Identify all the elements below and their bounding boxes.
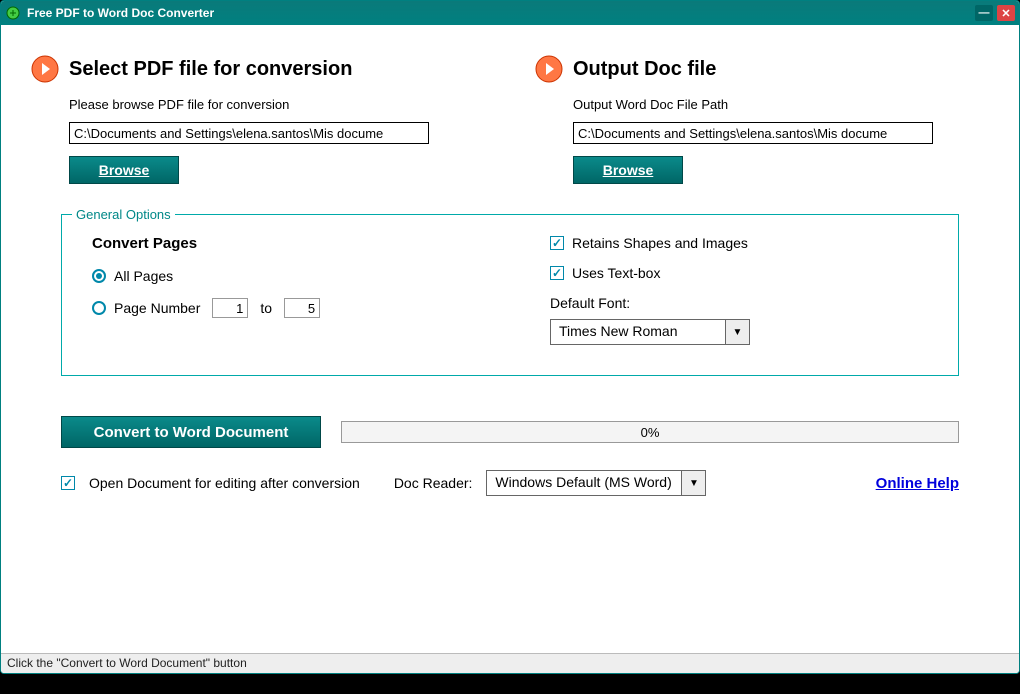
general-options-legend: General Options — [72, 207, 175, 222]
options-column: ✓ Retains Shapes and Images ✓ Uses Text-… — [550, 235, 928, 345]
content-area: Select PDF file for conversion Please br… — [1, 25, 1019, 673]
default-font-dropdown[interactable]: Times New Roman ▼ — [550, 319, 750, 345]
output-section: Output Doc file Output Word Doc File Pat… — [535, 55, 989, 184]
page-from-input[interactable] — [212, 298, 248, 318]
titlebar-buttons: — ✕ — [975, 5, 1015, 21]
all-pages-radio[interactable] — [92, 269, 106, 283]
output-path-field[interactable] — [573, 122, 933, 144]
output-section-subtitle: Output Word Doc File Path — [573, 97, 989, 112]
app-window: Free PDF to Word Doc Converter — ✕ Selec… — [0, 0, 1020, 674]
uses-textbox-row[interactable]: ✓ Uses Text-box — [550, 265, 928, 281]
uses-textbox-checkbox[interactable]: ✓ — [550, 266, 564, 280]
close-button[interactable]: ✕ — [997, 5, 1015, 21]
arrow-right-icon — [31, 55, 59, 83]
bottom-row: ✓ Open Document for editing after conver… — [61, 470, 959, 496]
output-browse-button[interactable]: Browse — [573, 156, 683, 184]
retain-shapes-label: Retains Shapes and Images — [572, 235, 748, 251]
page-number-radio-row[interactable]: Page Number to — [92, 298, 470, 318]
status-text: Click the "Convert to Word Document" but… — [7, 656, 247, 670]
app-icon — [5, 5, 21, 21]
default-font-label: Default Font: — [550, 295, 928, 311]
minimize-button[interactable]: — — [975, 5, 993, 21]
top-row: Select PDF file for conversion Please br… — [31, 55, 989, 184]
input-path-field[interactable] — [69, 122, 429, 144]
all-pages-radio-row[interactable]: All Pages — [92, 268, 470, 284]
page-number-radio[interactable] — [92, 301, 106, 315]
all-pages-label: All Pages — [114, 268, 173, 284]
titlebar: Free PDF to Word Doc Converter — ✕ — [1, 1, 1019, 25]
output-section-header: Output Doc file — [535, 55, 989, 83]
output-section-title: Output Doc file — [573, 58, 716, 81]
input-section-subtitle: Please browse PDF file for conversion — [69, 97, 485, 112]
page-number-label: Page Number — [114, 300, 200, 316]
window-title: Free PDF to Word Doc Converter — [27, 6, 975, 20]
doc-reader-label: Doc Reader: — [394, 475, 473, 491]
progress-bar: 0% — [341, 421, 959, 443]
default-font-value: Times New Roman — [551, 320, 725, 344]
chevron-down-icon[interactable]: ▼ — [681, 471, 705, 495]
retain-shapes-checkbox[interactable]: ✓ — [550, 236, 564, 250]
page-to-word: to — [260, 300, 272, 316]
arrow-right-icon — [535, 55, 563, 83]
open-after-checkbox[interactable]: ✓ — [61, 476, 75, 490]
input-section: Select PDF file for conversion Please br… — [31, 55, 485, 184]
options-row: Convert Pages All Pages Page Number to — [92, 235, 928, 345]
uses-textbox-label: Uses Text-box — [572, 265, 660, 281]
convert-row: Convert to Word Document 0% — [61, 416, 959, 448]
input-section-title: Select PDF file for conversion — [69, 58, 352, 81]
open-after-label: Open Document for editing after conversi… — [89, 475, 360, 491]
doc-reader-value: Windows Default (MS Word) — [487, 471, 681, 495]
page-to-input[interactable] — [284, 298, 320, 318]
status-bar: Click the "Convert to Word Document" but… — [1, 653, 1019, 673]
input-browse-button[interactable]: Browse — [69, 156, 179, 184]
doc-reader-dropdown[interactable]: Windows Default (MS Word) ▼ — [486, 470, 706, 496]
convert-button[interactable]: Convert to Word Document — [61, 416, 321, 448]
retain-shapes-row[interactable]: ✓ Retains Shapes and Images — [550, 235, 928, 251]
online-help-link[interactable]: Online Help — [876, 475, 959, 492]
chevron-down-icon[interactable]: ▼ — [725, 320, 749, 344]
general-options-group: General Options Convert Pages All Pages … — [61, 214, 959, 376]
convert-pages-column: Convert Pages All Pages Page Number to — [92, 235, 470, 345]
convert-pages-title: Convert Pages — [92, 235, 470, 252]
input-section-header: Select PDF file for conversion — [31, 55, 485, 83]
progress-text: 0% — [641, 425, 660, 440]
